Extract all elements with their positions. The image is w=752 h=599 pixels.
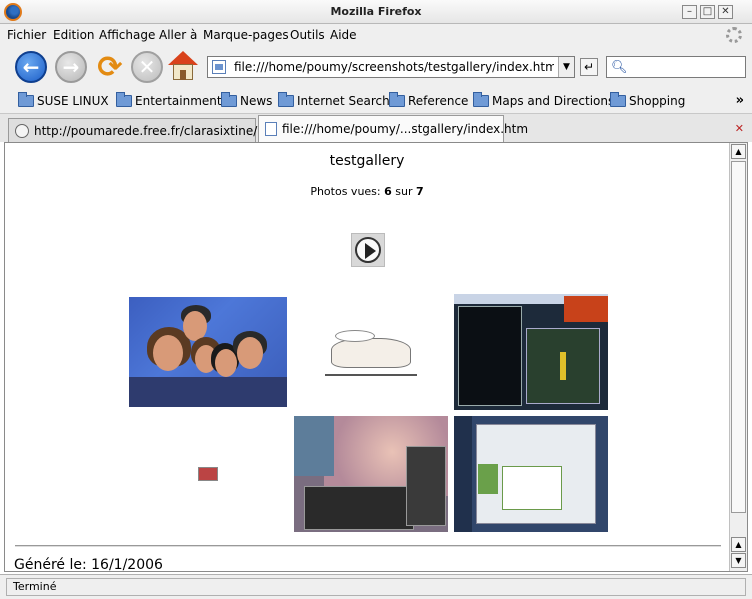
go-button[interactable]: ↵ [580, 58, 598, 76]
thumbnail-group-photo[interactable] [129, 297, 287, 407]
menu-affichage[interactable]: Affichage [99, 28, 155, 42]
menu-aller[interactable]: Aller à [159, 28, 197, 42]
reload-button[interactable]: ⟳ [94, 49, 126, 85]
gallery-title: testgallery [329, 153, 405, 169]
minimize-button[interactable]: – [682, 5, 697, 19]
thumbnail-cartoon[interactable] [325, 328, 417, 376]
tab-clarasixtine[interactable]: http://poumarede.free.fr/clarasixtine/ [8, 118, 257, 142]
thumbnail-baby-desktop[interactable] [294, 416, 448, 532]
bookmarks-overflow-chevron-icon[interactable]: » [736, 93, 744, 108]
menu-marque-pages[interactable]: Marque-pages [203, 28, 289, 42]
folder-icon [473, 92, 489, 107]
thumbnail-screenshot-terminal[interactable] [454, 294, 608, 410]
bookmarks-toolbar: SUSE LINUX Entertainment News Internet S… [0, 88, 752, 114]
throbber-icon [726, 27, 742, 43]
url-dropdown-button[interactable]: ▼ [558, 57, 574, 77]
search-input[interactable] [637, 59, 741, 75]
generated-date: Généré le: 16/1/2006 [14, 557, 163, 571]
menu-edition[interactable]: Edition [53, 28, 95, 42]
forward-arrow-icon: → [55, 51, 87, 83]
vertical-scrollbar[interactable]: ▲ ▲ ▼ [729, 143, 747, 571]
page-content: testgallery Photos vues: 6 sur 7 Généré … [5, 143, 729, 571]
navigation-toolbar: ← → ⟳ ✕ ▼ ↵ 🔍︎ [0, 46, 752, 88]
status-bar: Terminé [0, 574, 752, 599]
scroll-down-button[interactable]: ▼ [731, 553, 746, 568]
close-window-button[interactable]: ✕ [718, 5, 733, 19]
scrollbar-thumb[interactable] [731, 161, 746, 513]
scroll-up-button[interactable]: ▲ [731, 144, 746, 159]
page-icon [265, 122, 277, 136]
tab-strip: http://poumarede.free.fr/clarasixtine/ f… [0, 114, 752, 142]
bookmark-news[interactable]: News [221, 92, 272, 108]
title-bar: Mozilla Firefox – □ ✕ [0, 0, 752, 24]
stop-icon: ✕ [131, 51, 163, 83]
reload-icon: ⟳ [97, 49, 123, 85]
bookmark-suse-linux[interactable]: SUSE LINUX [18, 92, 109, 108]
menu-aide[interactable]: Aide [330, 28, 357, 42]
stop-button[interactable]: ✕ [131, 51, 163, 83]
url-input[interactable] [234, 59, 554, 75]
url-bar[interactable]: ▼ [207, 56, 575, 78]
bookmark-reference[interactable]: Reference [389, 92, 468, 108]
back-button[interactable]: ← [15, 51, 47, 83]
thumbnail-small-image[interactable] [198, 467, 218, 481]
folder-icon [389, 92, 405, 107]
bookmark-entertainment[interactable]: Entertainment [116, 92, 222, 108]
content-area: testgallery Photos vues: 6 sur 7 Généré … [4, 142, 748, 572]
photo-count: Photos vues: 6 sur 7 [310, 185, 424, 198]
close-tab-icon[interactable]: ✕ [735, 122, 744, 135]
search-icon[interactable]: 🔍︎ [611, 60, 628, 75]
back-arrow-icon: ← [15, 51, 47, 83]
home-button[interactable] [168, 51, 200, 83]
tab-testgallery[interactable]: file:///home/poumy/...stgallery/index.ht… [258, 115, 528, 142]
window-title: Mozilla Firefox [330, 5, 422, 18]
tab-favicon-icon [15, 123, 29, 138]
folder-icon [18, 92, 34, 107]
separator [15, 545, 721, 547]
bookmark-internet-search[interactable]: Internet Search [278, 92, 390, 108]
folder-icon [278, 92, 294, 107]
menu-bar: Fichier Edition Affichage Aller à Marque… [0, 24, 752, 46]
search-bar[interactable]: 🔍︎ [606, 56, 746, 78]
page-icon [212, 60, 226, 74]
folder-icon [116, 92, 132, 107]
home-icon [168, 51, 198, 81]
thumbnail-screenshot-browser[interactable] [454, 416, 608, 532]
scroll-up-button-lower[interactable]: ▲ [731, 537, 746, 552]
slideshow-play-button[interactable] [351, 233, 385, 267]
folder-icon [221, 92, 237, 107]
forward-button[interactable]: → [55, 51, 87, 83]
maximize-button[interactable]: □ [700, 5, 715, 19]
menu-fichier[interactable]: Fichier [7, 28, 46, 42]
status-text: Terminé [13, 580, 57, 593]
menu-outils[interactable]: Outils [290, 28, 325, 42]
bookmark-maps-and-directions[interactable]: Maps and Directions [473, 92, 614, 108]
bookmark-shopping[interactable]: Shopping [610, 92, 685, 108]
folder-icon [610, 92, 626, 107]
